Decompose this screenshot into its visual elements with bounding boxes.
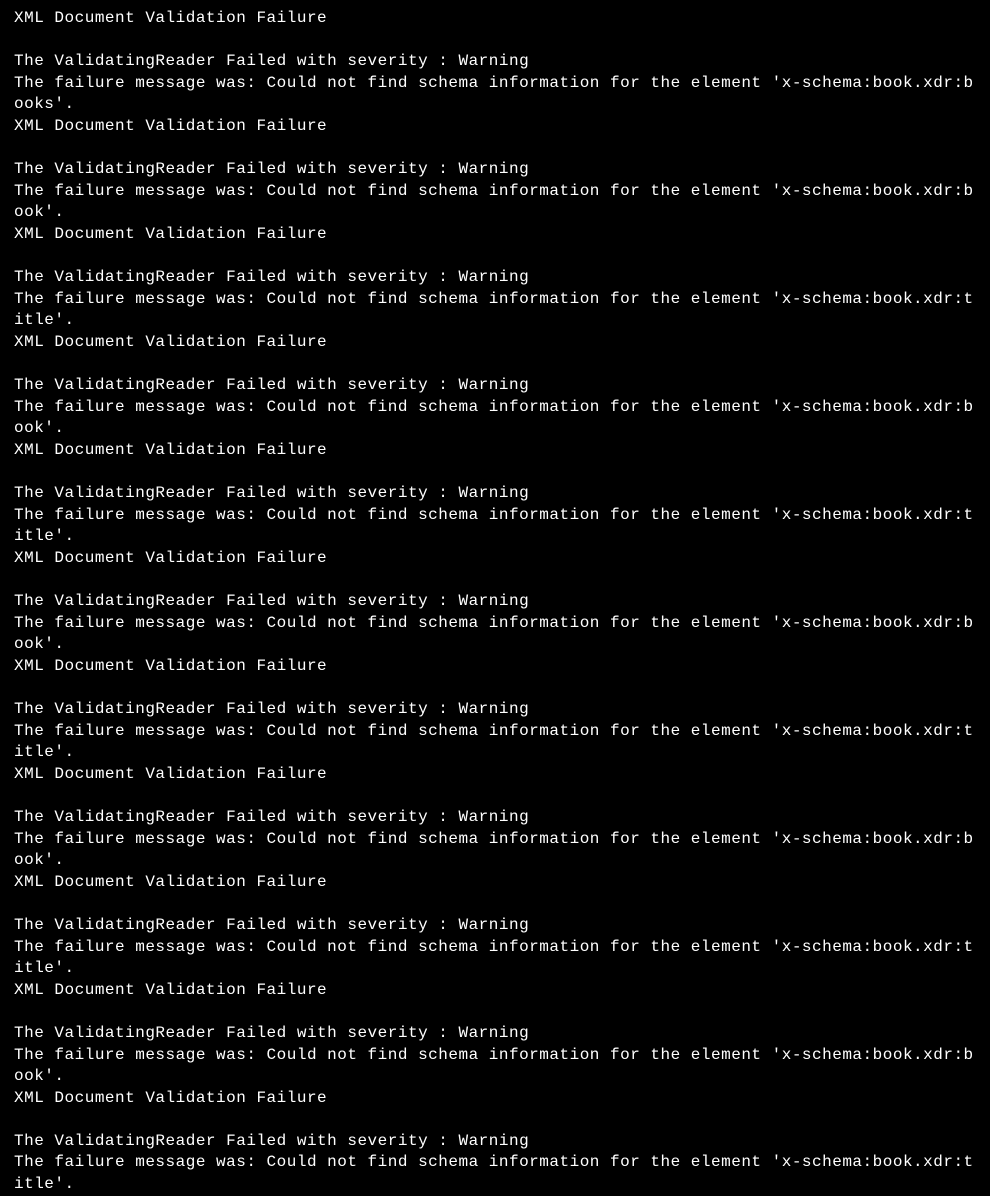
console-output: XML Document Validation Failure The Vali… [14,8,976,1196]
